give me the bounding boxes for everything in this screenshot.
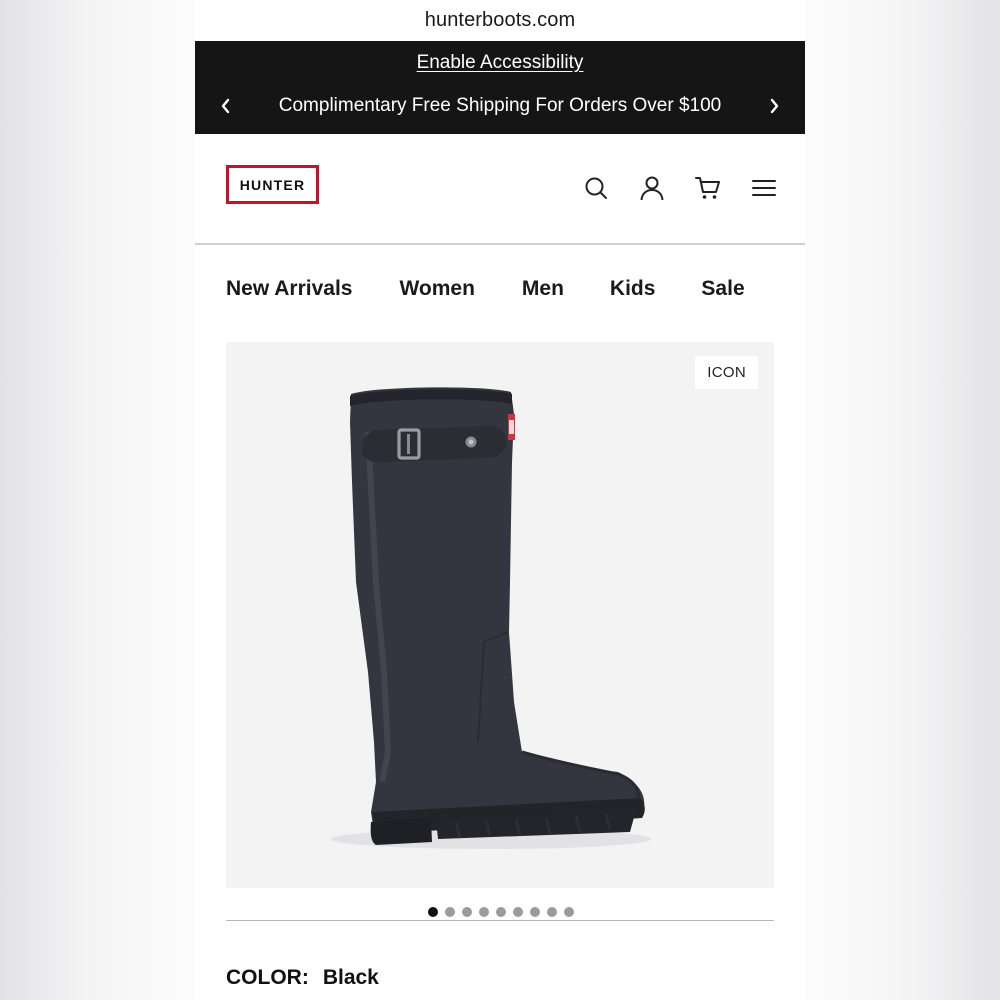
- carousel-dot[interactable]: [564, 907, 574, 917]
- divider: [226, 920, 774, 921]
- menu-icon[interactable]: [751, 174, 777, 202]
- carousel-dot[interactable]: [513, 907, 523, 917]
- nav-item-men[interactable]: Men: [522, 277, 564, 301]
- product-badge: ICON: [695, 356, 758, 389]
- mobile-viewport: hunterboots.com Enable Accessibility Com…: [195, 0, 805, 1000]
- logo-text: HUNTER: [239, 176, 306, 193]
- product-image-card[interactable]: ICON: [226, 342, 774, 888]
- promo-bar: Enable Accessibility Complimentary Free …: [195, 41, 805, 134]
- nav-item-new-arrivals[interactable]: New Arrivals: [226, 277, 352, 301]
- nav-item-sale[interactable]: Sale: [701, 277, 744, 301]
- carousel-dot[interactable]: [496, 907, 506, 917]
- account-icon[interactable]: [639, 174, 665, 202]
- rain-boot-image: [331, 387, 651, 849]
- promo-carousel: Complimentary Free Shipping For Orders O…: [195, 93, 805, 119]
- url-text: hunterboots.com: [424, 9, 576, 31]
- carousel-dot[interactable]: [428, 907, 438, 917]
- carousel-dot[interactable]: [530, 907, 540, 917]
- hunter-logo[interactable]: HUNTER: [226, 165, 319, 204]
- color-label: COLOR:: [226, 966, 309, 989]
- search-icon[interactable]: [583, 174, 609, 202]
- cart-icon[interactable]: [695, 174, 721, 202]
- carousel-dot[interactable]: [547, 907, 557, 917]
- selected-color-value: Black: [322, 966, 379, 989]
- nav-item-kids[interactable]: Kids: [610, 277, 656, 301]
- carousel-dot[interactable]: [479, 907, 489, 917]
- chevron-left-icon[interactable]: [213, 93, 239, 119]
- promo-message: Complimentary Free Shipping For Orders O…: [278, 95, 722, 116]
- address-bar[interactable]: hunterboots.com: [195, 0, 805, 41]
- carousel-dot[interactable]: [462, 907, 472, 917]
- site-header: HUNTER: [195, 134, 805, 245]
- chevron-right-icon[interactable]: [761, 93, 787, 119]
- nav-item-women[interactable]: Women: [399, 277, 474, 301]
- carousel-pagination: [195, 907, 805, 917]
- category-nav: New Arrivals Women Men Kids Sale: [195, 245, 805, 331]
- enable-accessibility-link[interactable]: Enable Accessibility: [195, 52, 805, 74]
- color-selector: COLOR: Black: [226, 966, 379, 990]
- header-icons: [583, 174, 777, 202]
- carousel-dot[interactable]: [445, 907, 455, 917]
